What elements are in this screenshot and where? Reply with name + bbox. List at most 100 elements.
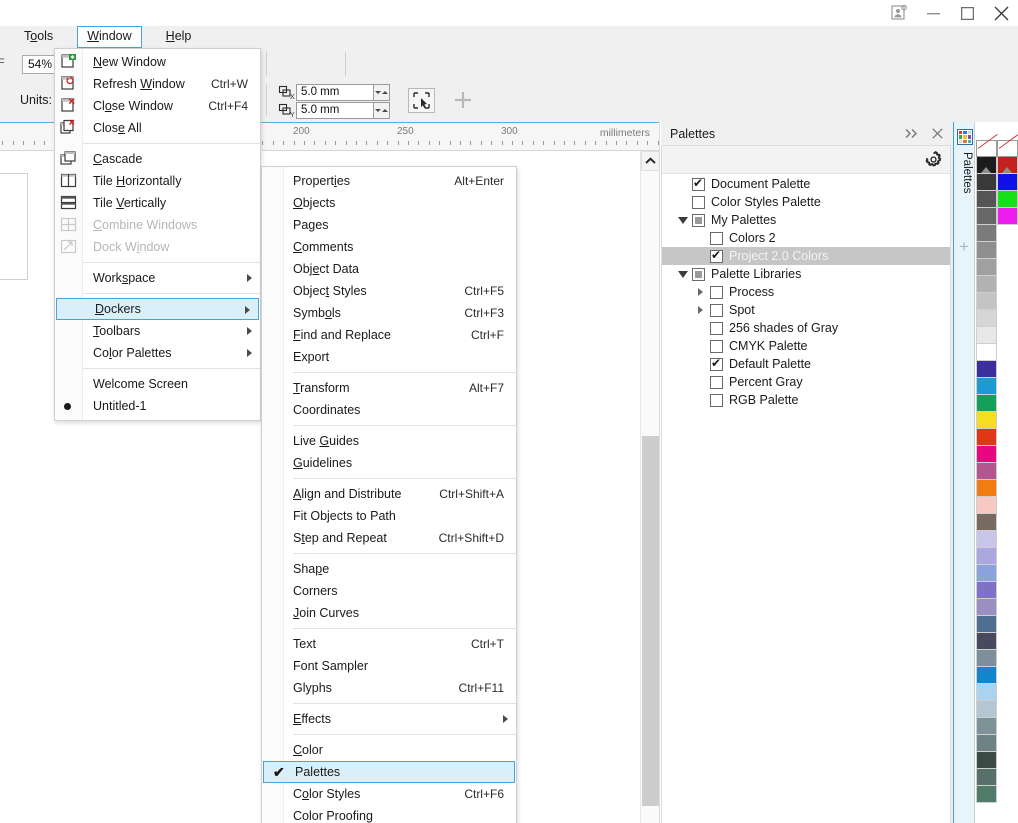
color-swatch[interactable] xyxy=(976,616,997,633)
dockers-menu-item-symbols[interactable]: Symbols Ctrl+F3 xyxy=(262,302,516,324)
collapse-docker-icon[interactable] xyxy=(904,125,920,141)
color-swatch[interactable] xyxy=(976,769,997,786)
expander-slot[interactable] xyxy=(694,288,710,296)
color-swatch[interactable] xyxy=(976,514,997,531)
dockers-menu-item-live-guides[interactable]: Live Guides xyxy=(262,430,516,452)
add-palette-icon[interactable]: + xyxy=(959,238,969,255)
palette-tree-item-percent-gray[interactable]: Percent Gray xyxy=(662,373,950,391)
color-swatch[interactable] xyxy=(976,735,997,752)
palette-checkbox[interactable] xyxy=(692,267,705,281)
palette-tree-item-color-styles-palette[interactable]: Color Styles Palette xyxy=(662,193,950,211)
dockers-menu-item-effects[interactable]: Effects xyxy=(262,708,516,730)
window-menu-item-workspace[interactable]: Workspace xyxy=(55,267,260,289)
palette-tree-item-default-palette[interactable]: Default Palette xyxy=(662,355,950,373)
palette-checkbox[interactable] xyxy=(710,303,723,317)
color-swatch[interactable] xyxy=(976,446,997,463)
no-color-swatch[interactable] xyxy=(976,140,997,157)
color-swatch[interactable] xyxy=(976,531,997,548)
color-swatch[interactable] xyxy=(976,327,997,344)
color-swatch[interactable] xyxy=(976,361,997,378)
no-color-swatch-2[interactable] xyxy=(997,140,1018,157)
palette-checkbox[interactable] xyxy=(692,176,705,191)
nudge-y-input[interactable]: 5.0 mm xyxy=(296,102,374,119)
dockers-menu-item-step-and-repeat[interactable]: Step and Repeat Ctrl+Shift+D xyxy=(262,527,516,549)
color-swatch[interactable] xyxy=(976,684,997,701)
palette-scroll-up-icon-2[interactable] xyxy=(1002,167,1012,173)
expander-slot[interactable] xyxy=(676,270,692,278)
expander-slot[interactable] xyxy=(676,216,692,224)
dockers-menu-item-guidelines[interactable]: Guidelines xyxy=(262,452,516,474)
dockers-menu-item-fit-objects-to-path[interactable]: Fit Objects to Path xyxy=(262,505,516,527)
canvas-vertical-scrollbar[interactable] xyxy=(640,151,660,823)
palette-checkbox[interactable] xyxy=(710,375,723,389)
menu-window[interactable]: Window xyxy=(77,26,142,48)
dockers-menu-item-glyphs[interactable]: Glyphs Ctrl+F11 xyxy=(262,677,516,699)
close-docker-icon[interactable] xyxy=(929,125,945,141)
color-swatch[interactable] xyxy=(976,582,997,599)
palette-tree-item-project-2-0-colors[interactable]: Project 2.0 Colors xyxy=(662,247,950,265)
palette-tree-item-colors-2[interactable]: Colors 2 xyxy=(662,229,950,247)
color-swatch[interactable] xyxy=(976,378,997,395)
color-swatch[interactable] xyxy=(976,480,997,497)
dockers-menu-item-coordinates[interactable]: Coordinates xyxy=(262,399,516,421)
color-swatch[interactable] xyxy=(976,701,997,718)
color-swatch[interactable] xyxy=(997,208,1018,225)
palette-tree-item-document-palette[interactable]: Document Palette xyxy=(662,175,950,193)
dockers-menu-item-palettes[interactable]: ✔ Palettes xyxy=(263,761,515,783)
default-color-palette[interactable] xyxy=(976,140,997,803)
palette-tree-item-256-shades-of-gray[interactable]: 256 shades of Gray xyxy=(662,319,950,337)
color-swatch[interactable] xyxy=(976,497,997,514)
color-swatch[interactable] xyxy=(976,599,997,616)
window-menu-item-tile-horizontally[interactable]: Tile Horizontally xyxy=(55,170,260,192)
color-swatch[interactable] xyxy=(976,667,997,684)
menu-tools[interactable]: Tools xyxy=(14,26,63,48)
window-menu-item-dockers[interactable]: Dockers xyxy=(56,298,259,320)
color-swatch[interactable] xyxy=(976,548,997,565)
plus-icon[interactable] xyxy=(452,89,474,111)
palettes-tab-label[interactable]: Palettes xyxy=(957,152,973,194)
document-page[interactable] xyxy=(0,173,28,280)
color-swatch[interactable] xyxy=(976,412,997,429)
window-menu-item-close-window[interactable]: Close Window Ctrl+F4 xyxy=(55,95,260,117)
color-swatch[interactable] xyxy=(976,565,997,582)
palette-checkbox[interactable] xyxy=(692,213,705,227)
color-swatch[interactable] xyxy=(976,786,997,803)
color-swatch[interactable] xyxy=(976,310,997,327)
window-menu-item-new-window[interactable]: New Window xyxy=(55,51,260,73)
dockers-menu-item-object-styles[interactable]: Object Styles Ctrl+F5 xyxy=(262,280,516,302)
palette-tree-item-spot[interactable]: Spot xyxy=(662,301,950,319)
nudge-x-input[interactable]: 5.0 mm xyxy=(296,84,374,101)
dockers-menu-item-pages[interactable]: Pages xyxy=(262,214,516,236)
palette-checkbox[interactable] xyxy=(710,339,723,353)
color-swatch[interactable] xyxy=(976,463,997,480)
palette-checkbox[interactable] xyxy=(710,321,723,335)
dockers-menu-item-color-styles[interactable]: Color Styles Ctrl+F6 xyxy=(262,783,516,805)
palette-tree-item-process[interactable]: Process xyxy=(662,283,950,301)
palette-tree[interactable]: Document Palette Color Styles Palette My P… xyxy=(662,175,950,409)
window-menu-item-color-palettes[interactable]: Color Palettes xyxy=(55,342,260,364)
color-swatch[interactable] xyxy=(997,191,1018,208)
color-swatch[interactable] xyxy=(976,208,997,225)
color-swatch[interactable] xyxy=(976,752,997,769)
dockers-menu-item-color[interactable]: Color xyxy=(262,739,516,761)
project-color-palette[interactable] xyxy=(997,140,1018,225)
window-menu-item-untitled-1[interactable]: Untitled-1 xyxy=(55,395,260,417)
color-swatch[interactable] xyxy=(976,191,997,208)
window-menu-item-toolbars[interactable]: Toolbars xyxy=(55,320,260,342)
scroll-up-button[interactable] xyxy=(641,151,660,171)
palette-checkbox[interactable] xyxy=(710,285,723,299)
window-menu-item-close-all[interactable]: Close All xyxy=(55,117,260,139)
dockers-menu-item-objects[interactable]: Objects xyxy=(262,192,516,214)
palette-tree-item-rgb-palette[interactable]: RGB Palette xyxy=(662,391,950,409)
color-swatch[interactable] xyxy=(976,242,997,259)
dockers-menu-item-font-sampler[interactable]: Font Sampler xyxy=(262,655,516,677)
window-menu-item-cascade[interactable]: Cascade xyxy=(55,148,260,170)
window-dropdown-menu[interactable]: New Window Refresh Window Ctrl+W Close Wind… xyxy=(54,48,261,421)
color-swatch[interactable] xyxy=(976,395,997,412)
dockers-menu-item-properties[interactable]: Properties Alt+Enter xyxy=(262,170,516,192)
color-swatch[interactable] xyxy=(976,225,997,242)
palettes-tab-icon[interactable] xyxy=(957,129,973,145)
color-swatch[interactable] xyxy=(976,429,997,446)
dockers-menu-item-align-and-distribute[interactable]: Align and Distribute Ctrl+Shift+A xyxy=(262,483,516,505)
dockers-submenu[interactable]: Properties Alt+Enter Objects Pages Comments O… xyxy=(261,166,517,823)
